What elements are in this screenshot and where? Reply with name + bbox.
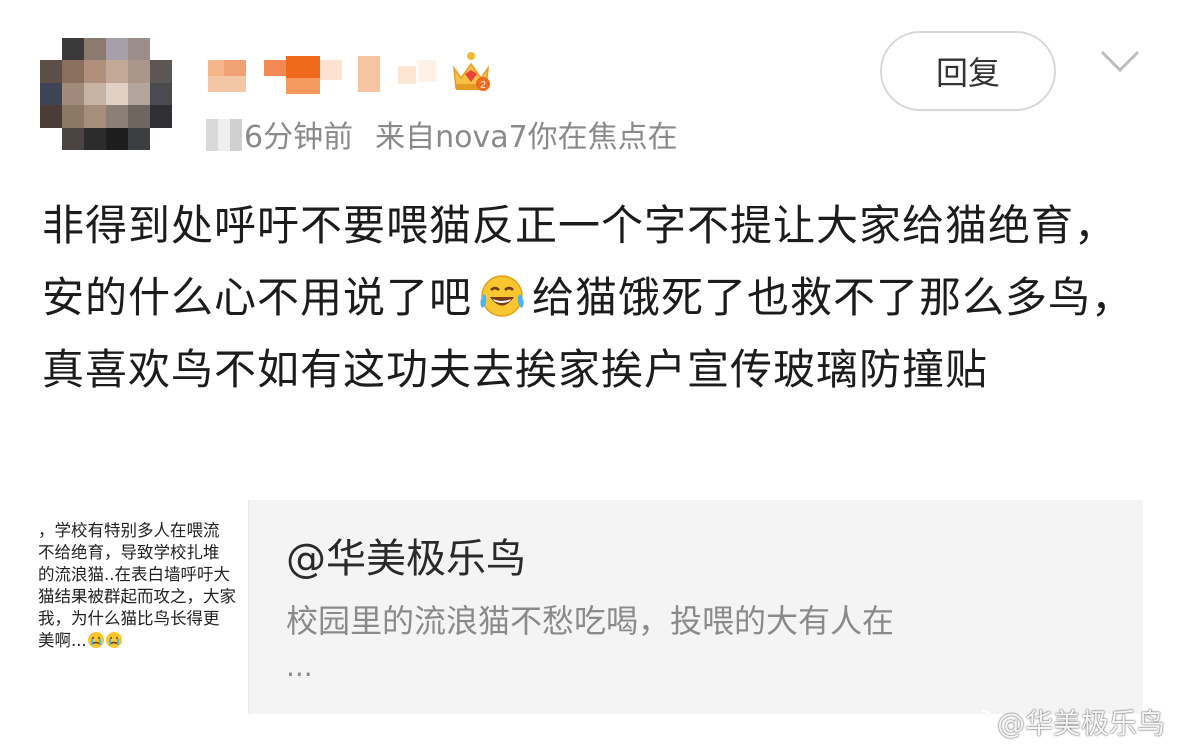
post-source: 来自nova7你在焦点在	[375, 120, 678, 155]
quoted-post-card[interactable]: ，学校有特别多人在喂流 不给绝育，导致学校扎堆 的流浪猫..在表白墙呼吁大 猫结…	[36, 500, 1143, 714]
comment-screen: 2 6分钟前 来自nova7你在焦点在 回复 非得到处呼吁不要喂猫反正一个字不提…	[0, 0, 1179, 748]
thumb-line-last: 美啊...	[38, 630, 248, 652]
quoted-post-text: 校园里的流浪猫不愁吃喝，投喂的大有人在	[286, 602, 895, 640]
thumbnail-text: ，学校有特别多人在喂流 不给绝育，导致学校扎堆 的流浪猫..在表白墙呼吁大 猫结…	[38, 520, 248, 652]
weibo-logo-icon	[959, 709, 992, 737]
thumb-line: 的流浪猫..在表白墙呼吁大	[38, 565, 230, 584]
crying-emoji-icon	[87, 631, 105, 649]
thumb-line: 美啊...	[38, 631, 87, 650]
username[interactable]	[208, 56, 438, 96]
reply-button[interactable]: 回复	[880, 31, 1056, 111]
post-meta: 6分钟前 来自nova7你在焦点在	[206, 114, 678, 155]
quoted-post-author[interactable]: @华美极乐鸟	[286, 526, 526, 584]
post-time: 6分钟前	[244, 120, 354, 155]
obscured-digit	[206, 119, 242, 151]
thumb-line: 猫结果被群起而攻之，大家	[38, 587, 236, 606]
watermark-text: @华美极乐鸟	[996, 707, 1165, 740]
thumb-line: 我，为什么猫比鸟长得更	[38, 609, 220, 628]
quoted-post-thumbnail[interactable]: ，学校有特别多人在喂流 不给绝育，导致学校扎堆 的流浪猫..在表白墙呼吁大 猫结…	[36, 500, 249, 714]
crying-emoji-icon	[105, 631, 123, 649]
thumb-line: ，学校有特别多人在喂流	[38, 521, 220, 540]
thumb-line: 不给绝育，导致学校扎堆	[38, 543, 220, 562]
svg-text:2: 2	[480, 80, 486, 91]
laughing-crying-emoji-icon	[476, 270, 528, 318]
quoted-post-ellipsis: ...	[286, 650, 313, 683]
watermark: @华美极乐鸟	[959, 704, 1165, 740]
post-body: 非得到处呼吁不要喂猫反正一个字不提让大家给猫绝育，安的什么心不用说了吧 给猫饿死…	[42, 190, 1152, 406]
avatar[interactable]	[40, 38, 172, 150]
chevron-down-icon[interactable]	[1098, 46, 1142, 76]
crown-vip-icon: 2	[450, 50, 492, 94]
